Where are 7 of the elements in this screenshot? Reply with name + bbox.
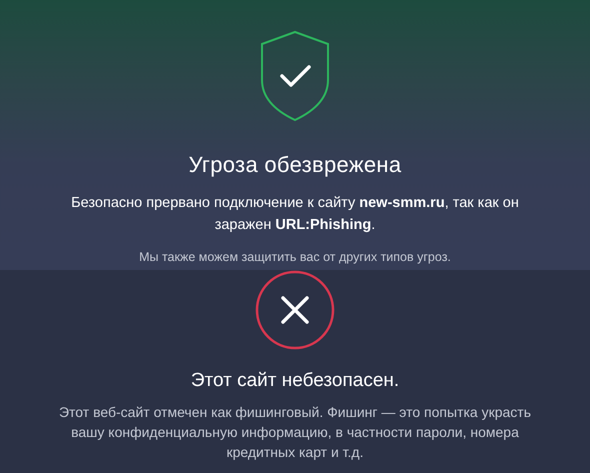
alert-title: Угроза обезврежена xyxy=(188,152,402,178)
warning-message: Этот веб-сайт отмечен как фишинговый. Фишинг — это попытка украсть вашу конфиденциальную информацию, в частности пароли, номера кредитных карт и т.д. xyxy=(58,403,532,462)
alert-message: Безопасно прервано подключение к сайту new-smm.ru, так как он заражен URL:Phishing. xyxy=(70,194,520,235)
shield-check-icon xyxy=(260,30,330,122)
alert-note: Мы также можем защитить вас от других типов угроз. xyxy=(139,250,451,264)
warning-title: Этот сайт небезопасен. xyxy=(190,370,400,392)
cross-circle-icon xyxy=(255,270,335,350)
